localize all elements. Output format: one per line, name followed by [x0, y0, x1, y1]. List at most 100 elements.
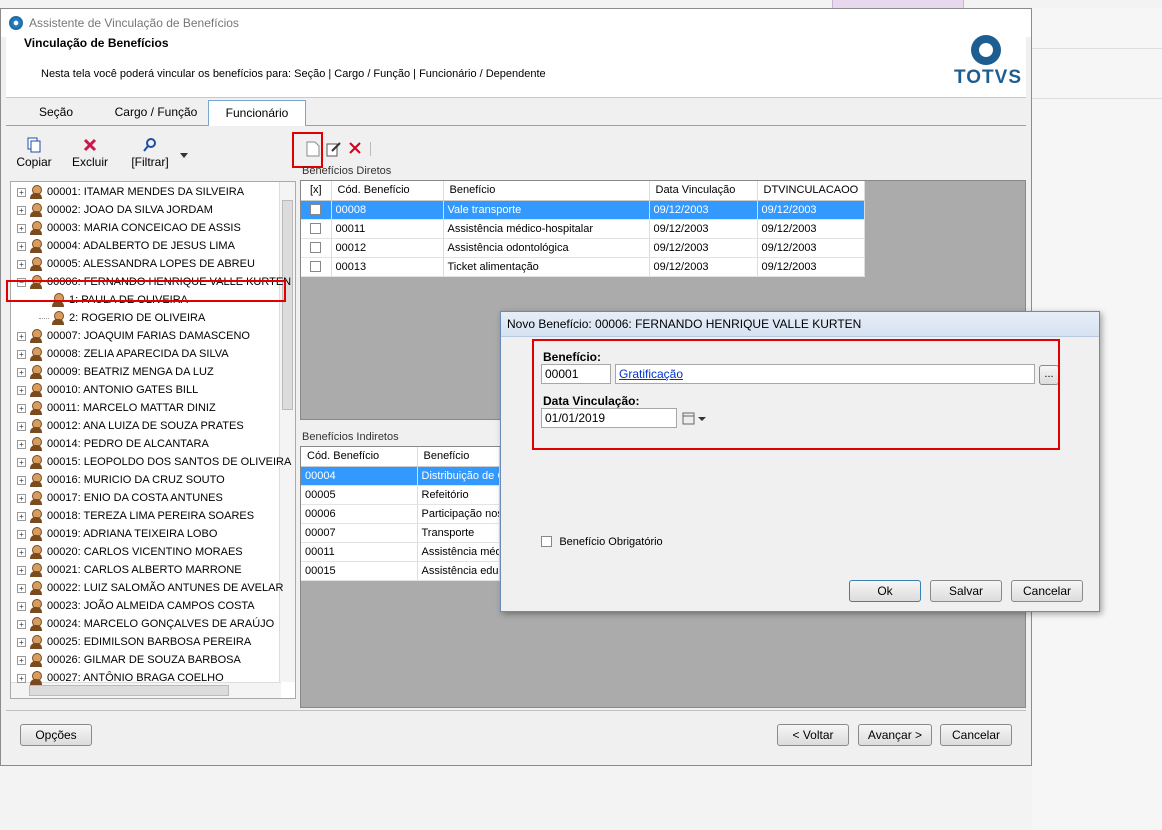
back-button[interactable]: < Voltar: [777, 724, 849, 746]
expand-icon[interactable]: +: [17, 385, 26, 395]
tree-employee-item[interactable]: +00008: ZELIA APARECIDA DA SILVA: [17, 345, 229, 363]
copy-button[interactable]: Copiar: [14, 137, 54, 169]
tree-employee-item[interactable]: +00004: ADALBERTO DE JESUS LIMA: [17, 237, 235, 255]
expand-icon[interactable]: +: [17, 511, 26, 521]
options-button[interactable]: Opções: [20, 724, 92, 746]
direct-column-header[interactable]: Benefício: [443, 181, 650, 201]
tree-employee-item[interactable]: +00015: LEOPOLDO DOS SANTOS DE OLIVEIRA: [17, 453, 291, 471]
row-checkbox[interactable]: [310, 223, 322, 235]
expand-icon[interactable]: +: [17, 673, 26, 683]
tree-employee-item[interactable]: +00003: MARIA CONCEICAO DE ASSIS: [17, 219, 241, 237]
table-row[interactable]: 00004 Distribuição de C: [301, 466, 500, 486]
row-checkbox-cell[interactable]: [301, 238, 332, 258]
mandatory-checkbox-row[interactable]: Benefício Obrigatório: [541, 534, 663, 548]
expand-icon[interactable]: +: [17, 367, 26, 377]
table-row[interactable]: 00005 Refeitório: [301, 485, 500, 505]
save-button[interactable]: Salvar: [930, 580, 1002, 602]
tree-employee-item[interactable]: +00022: LUIZ SALOMÃO ANTUNES DE AVELAR: [17, 579, 283, 597]
tree-vertical-scrollbar[interactable]: [279, 182, 295, 682]
row-checkbox[interactable]: [310, 261, 322, 273]
mandatory-label: Benefício Obrigatório: [559, 536, 663, 548]
tree-dependent-item[interactable]: 2: ROGERIO DE OLIVEIRA: [39, 309, 205, 327]
cancel-button[interactable]: Cancelar: [940, 724, 1012, 746]
tree-employee-item[interactable]: +00001: ITAMAR MENDES DA SILVEIRA: [17, 183, 244, 201]
next-button[interactable]: Avançar >: [858, 724, 932, 746]
tree-employee-item[interactable]: +00020: CARLOS VICENTINO MORAES: [17, 543, 243, 561]
dialog-cancel-button[interactable]: Cancelar: [1011, 580, 1083, 602]
expand-icon[interactable]: +: [17, 259, 26, 269]
row-checkbox-cell[interactable]: [301, 219, 332, 239]
tree-employee-item[interactable]: +00012: ANA LUIZA DE SOUZA PRATES: [17, 417, 244, 435]
table-row[interactable]: 00008 Vale transporte 09/12/2003 09/12/2003: [301, 200, 866, 220]
tree-employee-item[interactable]: +00007: JOAQUIM FARIAS DAMASCENO: [17, 327, 250, 345]
person-icon: [51, 311, 65, 326]
expand-icon[interactable]: +: [17, 619, 26, 629]
tree-employee-item[interactable]: +00017: ENIO DA COSTA ANTUNES: [17, 489, 223, 507]
expand-icon[interactable]: +: [17, 439, 26, 449]
tree-employee-item[interactable]: +00014: PEDRO DE ALCANTARA: [17, 435, 209, 453]
expand-icon[interactable]: +: [17, 565, 26, 575]
row-checkbox-cell[interactable]: [301, 200, 332, 220]
direct-column-header[interactable]: Data Vinculação: [649, 181, 758, 201]
expand-icon[interactable]: +: [17, 529, 26, 539]
table-row[interactable]: 00013 Ticket alimentação 09/12/2003 09/12/2…: [301, 257, 866, 277]
expand-icon[interactable]: +: [17, 421, 26, 431]
row-checkbox-cell[interactable]: [301, 257, 332, 277]
expand-icon[interactable]: +: [17, 205, 26, 215]
mandatory-checkbox[interactable]: [541, 536, 552, 548]
tab-funcionario[interactable]: Funcionário: [208, 100, 306, 126]
indirect-column-header[interactable]: Benefício: [417, 447, 500, 467]
table-row[interactable]: 00012 Assistência odontológica 09/12/2003 0…: [301, 238, 866, 258]
table-row[interactable]: 00007 Transporte: [301, 523, 500, 543]
direct-column-header[interactable]: DTVINCULACAOO: [757, 181, 866, 201]
expand-icon[interactable]: +: [17, 223, 26, 233]
expand-icon[interactable]: +: [17, 601, 26, 611]
expand-icon[interactable]: +: [17, 655, 26, 665]
tree-employee-item[interactable]: +00024: MARCELO GONÇALVES DE ARAÚJO: [17, 615, 274, 633]
direct-column-header[interactable]: [x]: [301, 181, 332, 201]
tree-employee-item[interactable]: +00026: GILMAR DE SOUZA BARBOSA: [17, 651, 241, 669]
expand-icon[interactable]: +: [17, 637, 26, 647]
tree-employee-item[interactable]: +00023: JOÃO ALMEIDA CAMPOS COSTA: [17, 597, 255, 615]
table-row[interactable]: 00015 Assistência educ: [301, 561, 500, 581]
tab-secao[interactable]: Seção: [24, 100, 88, 126]
filter-button[interactable]: [Filtrar]: [126, 137, 174, 169]
tree-employee-item[interactable]: +00010: ANTONIO GATES BILL: [17, 381, 198, 399]
expand-icon[interactable]: +: [17, 241, 26, 251]
remove-icon[interactable]: [348, 141, 362, 155]
expand-icon[interactable]: +: [17, 547, 26, 557]
table-row[interactable]: 00011Assistência médic: [301, 542, 500, 562]
expand-icon[interactable]: +: [17, 457, 26, 467]
tree-employee-item[interactable]: +00009: BEATRIZ MENGA DA LUZ: [17, 363, 214, 381]
delete-button[interactable]: Excluir: [68, 137, 112, 169]
expand-icon[interactable]: +: [17, 349, 26, 359]
table-row[interactable]: 00011 Assistência médico-hospitalar 09/12/…: [301, 219, 866, 239]
expand-icon[interactable]: +: [17, 493, 26, 503]
tree-employee-item[interactable]: +00011: MARCELO MATTAR DINIZ: [17, 399, 216, 417]
tree-employee-item[interactable]: +00027: ANTÔNIO BRAGA COELHO: [17, 669, 224, 687]
row-checkbox[interactable]: [310, 242, 322, 254]
filter-dropdown-arrow[interactable]: [180, 153, 188, 158]
ok-button[interactable]: Ok: [849, 580, 921, 602]
edit-icon[interactable]: [326, 141, 342, 157]
indirect-column-header[interactable]: Cód. Benefício: [301, 447, 418, 467]
tree-employee-item[interactable]: +00025: EDIMILSON BARBOSA PEREIRA: [17, 633, 251, 651]
tree-employee-item[interactable]: +00019: ADRIANA TEIXEIRA LOBO: [17, 525, 217, 543]
expand-icon[interactable]: +: [17, 475, 26, 485]
expand-icon[interactable]: +: [17, 583, 26, 593]
expand-icon[interactable]: +: [17, 403, 26, 413]
tree-employee-item[interactable]: +00002: JOAO DA SILVA JORDAM: [17, 201, 213, 219]
expand-icon[interactable]: +: [17, 187, 26, 197]
person-icon: [29, 671, 43, 686]
table-row[interactable]: 00006 Participação nos: [301, 504, 500, 524]
tree-employee-item[interactable]: +00005: ALESSANDRA LOPES DE ABREU: [17, 255, 255, 273]
page-description: Nesta tela você poderá vincular os benef…: [41, 68, 546, 80]
person-icon: [29, 473, 43, 488]
expand-icon[interactable]: +: [17, 331, 26, 341]
direct-column-header[interactable]: Cód. Benefício: [331, 181, 444, 201]
tree-employee-item[interactable]: +00021: CARLOS ALBERTO MARRONE: [17, 561, 242, 579]
row-checkbox[interactable]: [310, 204, 322, 216]
tree-employee-item[interactable]: +00016: MURICIO DA CRUZ SOUTO: [17, 471, 225, 489]
tab-cargo-funcao[interactable]: Cargo / Função: [106, 100, 206, 126]
tree-employee-item[interactable]: +00018: TEREZA LIMA PEREIRA SOARES: [17, 507, 254, 525]
